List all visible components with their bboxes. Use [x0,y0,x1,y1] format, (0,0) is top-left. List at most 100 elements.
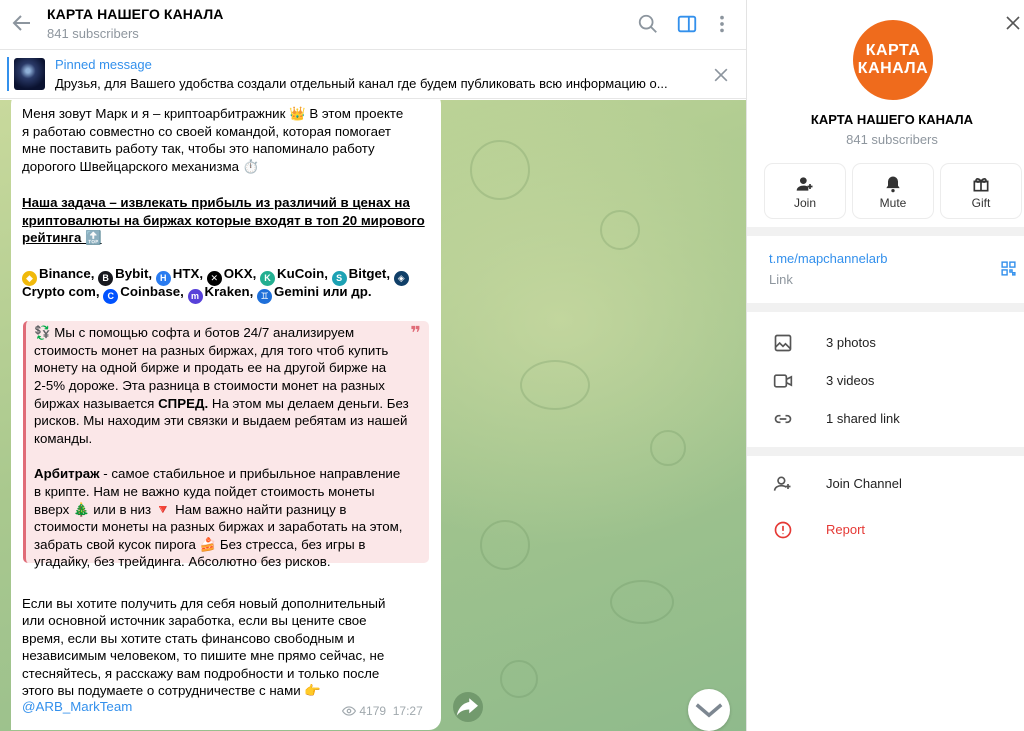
shared-links-row[interactable]: 1 shared link [826,411,900,426]
gift-button[interactable]: Gift [941,164,1021,218]
quote-line: забрать свой кусок пирога 🍰 Без стресса,… [34,537,366,552]
outro-line: Если вы хотите получить для себя новый д… [22,596,386,611]
scroll-down-button[interactable] [688,689,730,731]
quote-line: 2-5% дороже. Эта разница в стоимости мон… [34,378,385,393]
chat-pane: КАРТА НАШЕГО КАНАЛА 841 subscribers Pinn… [0,0,746,731]
pinned-text: Друзья, для Вашего удобства создали отде… [55,76,668,91]
message-meta: 4179 17:27 [341,704,423,718]
close-pinned-icon[interactable] [711,65,731,85]
section-divider [747,447,1024,456]
quote-text: На этом мы делаем деньги. Без [208,396,409,411]
gift-icon [973,178,989,192]
quote-icon: ❞ [410,323,421,343]
channel-avatar: КАРТА КАНАЛА [853,20,933,100]
quote-line: Арбитраж - самое стабильное и прибыльное… [34,465,400,483]
outro-line: стесняйтесь, я расскажу вам подробности … [22,666,380,681]
quote-line: команды. [34,431,93,446]
quote-line: стоимости монеты на разных биржах и зара… [34,519,403,534]
add-user-icon [796,177,813,191]
link-icon [774,414,792,424]
exchange-name: KuCoin, [276,266,328,281]
task-line: Наша задача – извлекать прибыль из разли… [22,195,410,210]
panel-subscribers: 841 subscribers [846,132,938,147]
join-channel-row[interactable]: Join Channel [826,476,902,491]
channel-title[interactable]: КАРТА НАШЕГО КАНАЛА [47,6,224,22]
section-divider [747,303,1024,312]
mute-label: Mute [879,196,907,210]
report-row[interactable]: Report [826,522,865,537]
coinbase-icon: C [103,289,119,304]
section-divider [747,227,1024,236]
video-icon [773,374,793,388]
exchanges-line-2: Crypto com, C Coinbase, m Kraken, ♊ Gemini … [22,283,432,304]
sidebar-toggle-icon[interactable] [676,13,698,35]
exchange-name: Bitget, [348,266,391,281]
gift-label: Gift [971,196,991,210]
join-label: Join [793,196,816,210]
forward-icon [456,698,478,716]
search-icon[interactable] [637,13,659,35]
intro-line: дорогого Швейцарского механизма ⏱️ [22,159,260,174]
outro-line: независимым человеком, то пишите мне пря… [22,648,385,663]
videos-row[interactable]: 3 videos [826,373,874,388]
exchange-name: Bybit, [115,266,153,281]
chevron-down-icon [695,703,723,718]
message-time: 17:27 [392,704,423,718]
pinned-message-bar[interactable]: Pinned message Друзья, для Вашего удобст… [0,51,746,99]
outro-line: или основной источник заработка, если вы… [22,613,367,628]
outro-line: время, если вы хотите стать финансово св… [22,631,355,646]
intro-line: Меня зовут Марк и я – криптоарбитражник … [22,106,404,121]
exchange-name: Binance, [39,266,95,281]
quote-line: 💱 Мы с помощью софта и ботов 24/7 анализ… [34,325,355,340]
join-button[interactable]: Join [765,164,845,218]
photos-row[interactable]: 3 photos [826,335,876,350]
gemini-icon: ♊ [257,289,273,304]
back-arrow-icon[interactable] [10,11,34,35]
quote-text: - самое стабильное и прибыльное направле… [99,466,401,481]
photo-icon [774,334,792,352]
quote-line: угадайку, без трейдинга. Абсолютно без р… [34,554,331,569]
arbitrage-term: Арбитраж [34,466,100,481]
author-link[interactable]: @ARB_MarkTeam [22,699,132,714]
task-line: криптовалюты на биржах которые входят в … [22,213,425,228]
quote-line: монету на одной бирже и продать ее на др… [34,360,387,375]
quote-text: биржах называется [34,396,155,411]
exchange-name: Kraken, [204,284,254,299]
panel-title: КАРТА НАШЕГО КАНАЛА [810,112,974,127]
close-icon[interactable] [1004,14,1022,32]
quote-line: биржах называется СПРЕД. На этом мы дела… [34,395,409,413]
kraken-icon: m [187,289,203,304]
exchange-name: Coinbase, [120,284,184,299]
report-icon [774,521,792,539]
blockquote: ❞ 💱 Мы с помощью софта и ботов 24/7 анал… [23,321,429,569]
spread-term: СПРЕД. [158,396,209,411]
quote-line: рисков. Мы находим эти связки и выдаем р… [34,413,408,428]
chat-header[interactable]: КАРТА НАШЕГО КАНАЛА 841 subscribers [0,0,746,50]
channel-subscribers: 841 subscribers [47,26,139,41]
pinned-accent-bar [7,57,9,91]
quote-line: вверх 🎄 или в низ 🔻 Нам важно найти разн… [34,502,347,517]
intro-line: мне поставить работу так, чтобы это напо… [22,141,375,156]
add-user-icon [773,476,791,491]
mute-button[interactable]: Mute [853,164,933,218]
more-options-icon[interactable] [711,13,733,35]
channel-link-label: Link [769,272,793,287]
views-eye-icon [341,706,357,716]
intro-line: я работаю совместно со своей командой, к… [22,124,392,139]
task-line: рейтинга 🔝 [22,230,102,245]
qr-code-icon[interactable] [1000,260,1017,277]
channel-link[interactable]: t.me/mapchannelarb [769,251,888,266]
forward-button[interactable] [453,692,483,722]
bell-icon [886,176,900,193]
exchange-name: HTX, [172,266,204,281]
views-count: 4179 [359,704,387,718]
exchange-name: OKX, [223,266,257,281]
pinned-title: Pinned message [55,57,152,72]
exchange-name: Gemini или др. [274,284,372,299]
outro-line: этого вы подумаете о сотрудничестве с на… [22,683,321,698]
quote-line: стоимость монет на разных биржах, для то… [34,343,389,358]
channel-info-panel: КАРТА КАНАЛА КАРТА НАШЕГО КАНАЛА 841 sub… [746,0,1024,731]
message-bubble[interactable]: Меня зовут Марк и я – криптоарбитражник … [11,92,441,730]
pinned-thumbnail [14,58,45,90]
quote-line: в крипте. Нам не важно куда пойдет стоим… [34,484,375,499]
